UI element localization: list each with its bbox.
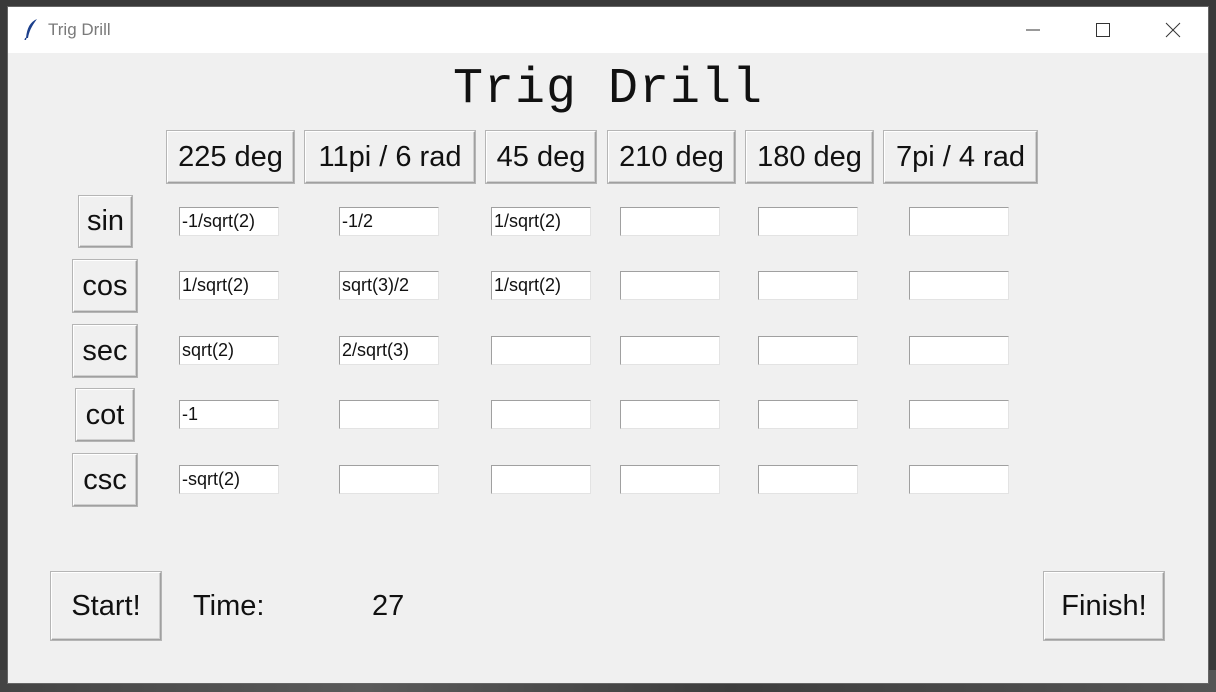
function-button-cos[interactable]: cos [73, 260, 137, 312]
angle-button-180-deg[interactable]: 180 deg [746, 131, 873, 183]
title-bar[interactable]: Trig Drill [8, 7, 1208, 53]
answer-field-sec-225deg[interactable] [179, 336, 279, 365]
angle-button-225-deg[interactable]: 225 deg [167, 131, 294, 183]
app-window: Trig Drill Trig Drill 225 deg 11pi / 6 r… [8, 7, 1208, 683]
answer-field-cos-210deg[interactable] [620, 271, 720, 300]
function-button-sec[interactable]: sec [73, 325, 137, 377]
close-icon [1165, 22, 1181, 38]
answer-field-csc-225deg[interactable] [179, 465, 279, 494]
function-button-cot[interactable]: cot [76, 389, 134, 441]
start-button[interactable]: Start! [51, 572, 161, 640]
time-label: Time: [193, 590, 265, 622]
answer-field-csc-45deg[interactable] [491, 465, 591, 494]
answer-field-sec-7pi4[interactable] [909, 336, 1009, 365]
angle-button-210-deg[interactable]: 210 deg [608, 131, 735, 183]
angle-button-11pi-6-rad[interactable]: 11pi / 6 rad [305, 131, 475, 183]
answer-field-cot-225deg[interactable] [179, 400, 279, 429]
answer-field-cot-180deg[interactable] [758, 400, 858, 429]
answer-field-sin-225deg[interactable] [179, 207, 279, 236]
window-title: Trig Drill [48, 20, 111, 39]
answer-field-sin-180deg[interactable] [758, 207, 858, 236]
answer-field-cot-11pi6[interactable] [339, 400, 439, 429]
finish-button[interactable]: Finish! [1044, 572, 1164, 640]
answer-field-csc-210deg[interactable] [620, 465, 720, 494]
answer-field-cos-11pi6[interactable] [339, 271, 439, 300]
answer-field-sec-11pi6[interactable] [339, 336, 439, 365]
answer-field-cot-45deg[interactable] [491, 400, 591, 429]
answer-field-sec-180deg[interactable] [758, 336, 858, 365]
answer-field-sin-7pi4[interactable] [909, 207, 1009, 236]
answer-field-cos-45deg[interactable] [491, 271, 591, 300]
time-value: 27 [372, 590, 405, 622]
close-button[interactable] [1138, 7, 1208, 53]
answer-field-cot-210deg[interactable] [620, 400, 720, 429]
answer-field-sin-45deg[interactable] [491, 207, 591, 236]
answer-field-cos-225deg[interactable] [179, 271, 279, 300]
answer-field-sec-210deg[interactable] [620, 336, 720, 365]
function-button-sin[interactable]: sin [79, 196, 132, 247]
feather-icon [24, 18, 40, 41]
answer-field-cot-7pi4[interactable] [909, 400, 1009, 429]
answer-field-csc-11pi6[interactable] [339, 465, 439, 494]
answer-field-csc-7pi4[interactable] [909, 465, 1009, 494]
maximize-button[interactable] [1068, 7, 1138, 53]
angle-button-7pi-4-rad[interactable]: 7pi / 4 rad [884, 131, 1037, 183]
answer-field-sin-210deg[interactable] [620, 207, 720, 236]
angle-button-45-deg[interactable]: 45 deg [486, 131, 596, 183]
function-button-csc[interactable]: csc [73, 454, 137, 506]
maximize-icon [1096, 23, 1110, 37]
answer-field-sin-11pi6[interactable] [339, 207, 439, 236]
minimize-icon [1026, 29, 1040, 31]
answer-field-sec-45deg[interactable] [491, 336, 591, 365]
answer-field-csc-180deg[interactable] [758, 465, 858, 494]
answer-field-cos-180deg[interactable] [758, 271, 858, 300]
page-title: Trig Drill [452, 61, 764, 118]
minimize-button[interactable] [998, 7, 1068, 53]
answer-field-cos-7pi4[interactable] [909, 271, 1009, 300]
